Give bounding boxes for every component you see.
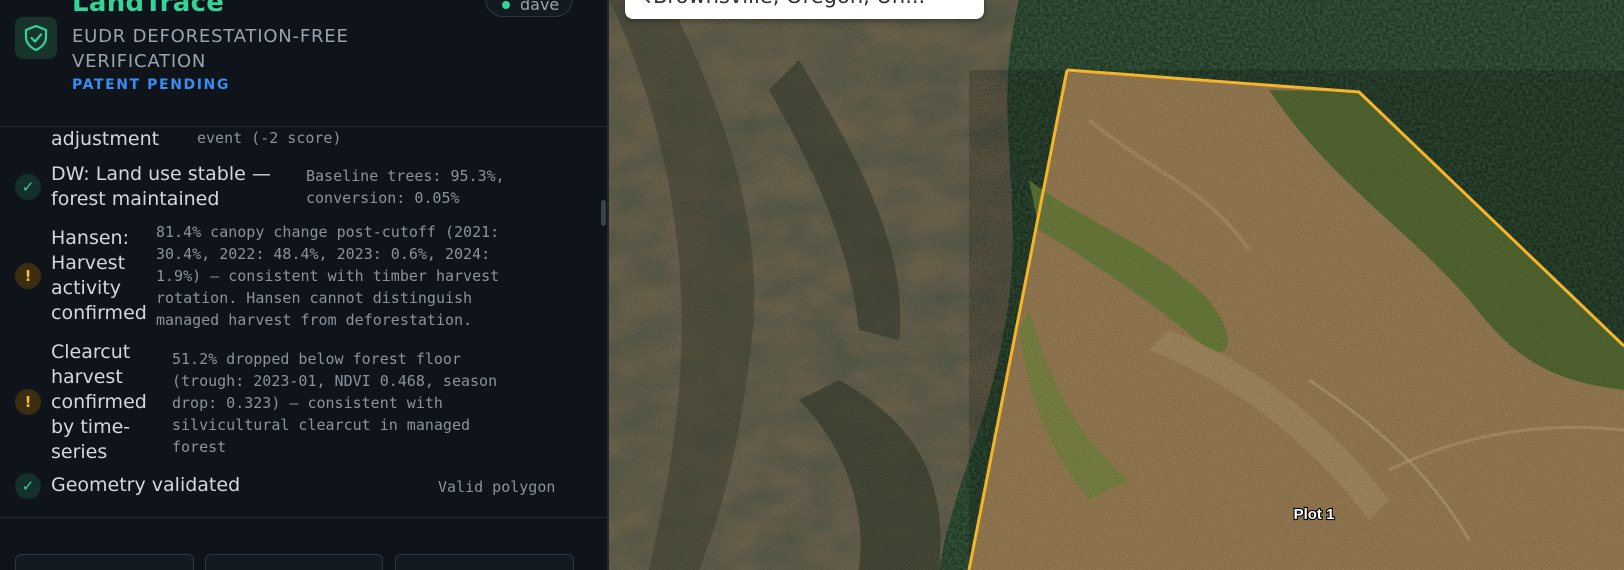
search-query: Brownsville, Oregon, Un... — [653, 0, 925, 8]
satellite-imagery: Plot 1 — [609, 0, 1624, 570]
app-subtitle-line2: VERIFICATION — [72, 51, 207, 72]
check-warning-icon: ! — [15, 263, 41, 289]
check-title-line: confirmed — [51, 391, 147, 413]
check-title-line: Harvest — [51, 252, 126, 274]
check-detail-line: managed harvest from deforestation. — [156, 311, 473, 329]
check-warning-icon: ! — [15, 389, 41, 415]
check-title: Geometry validated — [51, 473, 240, 498]
check-detail-line: event (-2 score) — [197, 129, 342, 147]
report-panel: LandTrace EUDR DEFORESTATION-FREE VERIFI… — [0, 0, 609, 570]
check-detail-line: forest — [172, 438, 227, 456]
app-subtitle: EUDR DEFORESTATION-FREE VERIFICATION — [72, 24, 349, 74]
check-title: Hansen: Harvest activity confirmed — [51, 226, 147, 326]
check-detail-line: Valid polygon — [438, 478, 556, 496]
check-pass-icon: ✓ — [15, 174, 41, 200]
location-search-input[interactable]: Brownsville, Oregon, Un... — [625, 0, 984, 19]
check-title-line: harvest — [51, 366, 123, 388]
check-title-line: confirmed — [51, 302, 147, 324]
user-menu-button[interactable]: dave — [485, 0, 573, 17]
check-title-line: by time- — [51, 416, 131, 438]
check-title: adjustment — [51, 127, 159, 152]
check-pass-icon: ✓ — [15, 473, 41, 499]
check-title: DW: Land use stable — forest maintained — [51, 162, 271, 212]
list-divider — [0, 517, 607, 518]
check-title-line: Clearcut — [51, 341, 131, 363]
check-detail-line: Baseline trees: 95.3%, — [306, 167, 505, 185]
check-detail-line: 30.4%, 2022: 48.4%, 2023: 0.6%, 2024: — [156, 245, 491, 263]
action-button-2[interactable] — [205, 554, 383, 570]
app-subtitle-line1: EUDR DEFORESTATION-FREE — [72, 26, 349, 47]
check-detail-line: silvicultural clearcut in managed — [172, 416, 471, 434]
app-title: LandTrace — [72, 0, 225, 18]
action-button-3[interactable] — [395, 554, 574, 570]
panel-scrollbar[interactable] — [601, 200, 606, 226]
check-detail: Valid polygon — [438, 476, 555, 498]
satellite-map[interactable]: Plot 1 — [609, 0, 1624, 570]
check-detail-line: 51.2% dropped below forest floor — [172, 350, 461, 368]
check-title-line: Geometry validated — [51, 474, 241, 496]
check-title-line: Hansen: — [51, 227, 130, 249]
plot-label: Plot 1 — [1294, 506, 1335, 523]
check-title-line: adjustment — [51, 128, 160, 150]
brand-logo — [15, 17, 57, 59]
search-icon — [645, 0, 650, 3]
user-name: dave — [520, 0, 560, 14]
check-detail: 51.2% dropped below forest floor (trough… — [172, 348, 497, 458]
check-detail: Baseline trees: 95.3%, conversion: 0.05% — [306, 165, 505, 209]
check-detail-line: rotation. Hansen cannot distinguish — [156, 289, 473, 307]
check-detail-line: 1.9%) — consistent with timber harvest — [156, 267, 500, 285]
check-detail-line: drop: 0.323) — consistent with — [172, 394, 443, 412]
check-title-line: series — [51, 441, 108, 463]
check-title-line: DW: Land use stable — — [51, 163, 271, 185]
patent-badge: PATENT PENDING — [72, 77, 230, 93]
check-title-line: forest maintained — [51, 188, 220, 210]
check-detail-line: (trough: 2023-01, NDVI 0.468, season — [172, 372, 498, 390]
check-detail: 81.4% canopy change post-cutoff (2021: 3… — [156, 221, 499, 331]
check-detail-line: conversion: 0.05% — [306, 189, 460, 207]
check-title: Clearcut harvest confirmed by time- seri… — [51, 340, 147, 465]
check-detail-line: 81.4% canopy change post-cutoff (2021: — [156, 223, 500, 241]
online-status-dot — [502, 1, 510, 9]
check-detail: event (-2 score) — [197, 127, 342, 149]
shield-check-icon — [24, 25, 48, 51]
check-title-line: activity — [51, 277, 122, 299]
action-button-1[interactable] — [15, 554, 194, 570]
